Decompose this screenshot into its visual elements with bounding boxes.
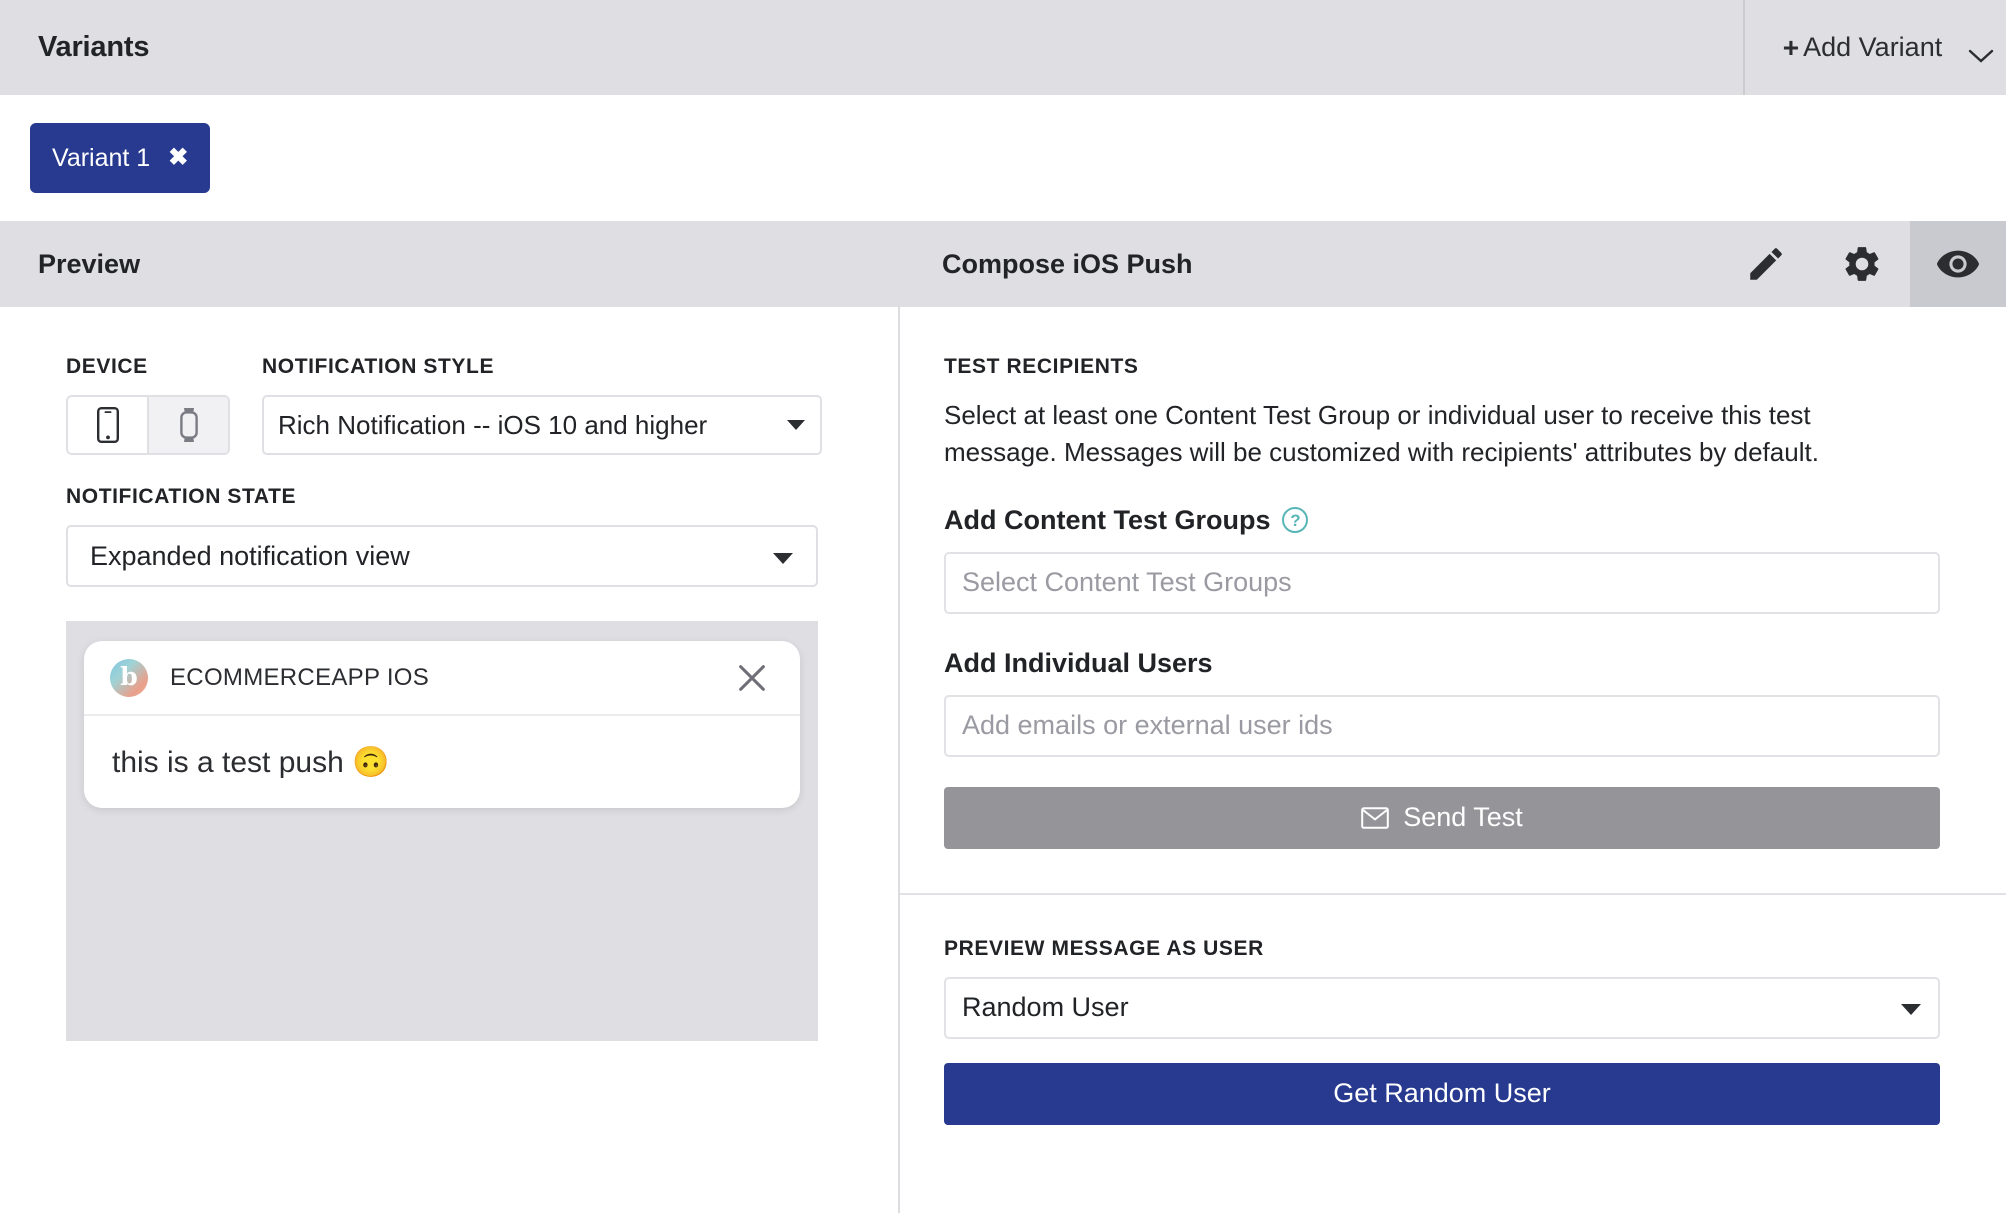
push-card-header: b ECOMMERCEAPP IOS [84, 641, 800, 716]
add-variant-label: + Add Variant [1783, 32, 1942, 63]
device-label: DEVICE [66, 355, 148, 378]
push-notification-card: b ECOMMERCEAPP IOS this is a test push 🙃 [84, 641, 800, 808]
panel-header-bar: Preview Compose iOS Push [0, 221, 2006, 307]
app-icon-letter: b [120, 662, 138, 691]
variant-tab-label: Variant 1 [52, 143, 151, 172]
phone-icon [96, 407, 119, 443]
compose-panel: TEST RECIPIENTS Select at least one Cont… [900, 307, 2006, 1213]
add-variant-text: Add Variant [1803, 32, 1943, 62]
preview-panel-title: Preview [38, 248, 141, 279]
test-recipients-label: TEST RECIPIENTS [944, 355, 1139, 378]
individual-users-label-row: Add Individual Users [944, 648, 1940, 679]
preview-panel: DEVICE NOTIFICATION STYLE Rich Notificat… [0, 307, 900, 1213]
variant-tab-1[interactable]: Variant 1 ✖ [30, 123, 211, 193]
main-content: DEVICE NOTIFICATION STYLE Rich Notificat… [0, 307, 2006, 1213]
settings-mode-button[interactable] [1814, 221, 1910, 307]
preview-as-user-section: PREVIEW MESSAGE AS USER Random User Get … [944, 895, 1940, 1125]
get-random-user-label: Get Random User [1333, 1078, 1551, 1109]
get-random-user-button[interactable]: Get Random User [944, 1062, 1940, 1125]
gear-icon [1841, 243, 1883, 285]
notification-state-field: NOTIFICATION STATE Expanded notification… [66, 485, 818, 587]
send-test-button[interactable]: Send Test [944, 786, 1940, 849]
notification-style-field: NOTIFICATION STYLE Rich Notification -- … [262, 355, 822, 455]
device-option-watch[interactable] [147, 397, 228, 453]
notification-state-select[interactable]: Expanded notification view [66, 525, 818, 587]
preview-as-user-select[interactable]: Random User [944, 976, 1940, 1039]
compose-inner: TEST RECIPIENTS Select at least one Cont… [900, 307, 2006, 1125]
notification-style-label: NOTIFICATION STYLE [262, 355, 495, 378]
compose-panel-title: Compose iOS Push [942, 248, 1193, 279]
individual-users-label: Add Individual Users [944, 647, 1213, 678]
device-toggle[interactable] [66, 395, 230, 455]
watch-icon [178, 407, 200, 443]
send-test-label: Send Test [1403, 802, 1523, 833]
preview-controls: DEVICE NOTIFICATION STYLE Rich Notificat… [0, 355, 898, 587]
notification-style-select[interactable]: Rich Notification -- iOS 10 and higher [262, 395, 822, 455]
variant-tabs-strip: Variant 1 ✖ [0, 95, 2006, 221]
page-title: Variants [38, 31, 150, 63]
device-option-phone[interactable] [68, 397, 147, 453]
individual-users-input[interactable]: Add emails or external user ids [944, 694, 1940, 757]
preview-as-user-label: PREVIEW MESSAGE AS USER [944, 936, 1264, 960]
device-field: DEVICE [66, 355, 262, 455]
pencil-icon [1745, 243, 1787, 285]
chevron-down-icon [772, 541, 794, 572]
content-test-groups-label: Add Content Test Groups [944, 504, 1271, 535]
test-recipients-description: Select at least one Content Test Group o… [944, 400, 1819, 467]
preview-as-user-value: Random User [962, 992, 1129, 1023]
help-icon[interactable]: ? [1282, 507, 1309, 534]
notification-style-value: Rich Notification -- iOS 10 and higher [278, 409, 708, 440]
push-preview-stage: b ECOMMERCEAPP IOS this is a test push 🙃 [66, 621, 818, 1041]
preview-mode-button[interactable] [1910, 221, 2006, 307]
push-body-text: this is a test push 🙃 [112, 745, 390, 779]
app-icon: b [110, 658, 148, 697]
edit-mode-button[interactable] [1718, 221, 1814, 307]
push-app-name: ECOMMERCEAPP IOS [170, 663, 430, 691]
envelope-icon [1361, 807, 1390, 829]
content-test-groups-label-row: Add Content Test Groups ? [944, 505, 1940, 536]
variants-header-bar: Variants + Add Variant [0, 0, 2006, 95]
chevron-down-icon [786, 419, 806, 431]
eye-icon [1935, 241, 1981, 287]
chevron-down-icon [1900, 992, 1922, 1023]
device-and-style-row: DEVICE NOTIFICATION STYLE Rich Notificat… [66, 355, 898, 455]
add-variant-button[interactable]: + Add Variant [1743, 0, 2006, 95]
close-icon[interactable]: ✖ [168, 146, 188, 170]
notification-state-label: NOTIFICATION STATE [66, 485, 297, 508]
content-test-groups-input[interactable]: Select Content Test Groups [944, 551, 1940, 614]
close-icon[interactable] [730, 656, 774, 700]
panel-header-icon-group [1718, 221, 2006, 307]
notification-state-value: Expanded notification view [90, 540, 410, 571]
plus-icon: + [1782, 31, 1800, 63]
